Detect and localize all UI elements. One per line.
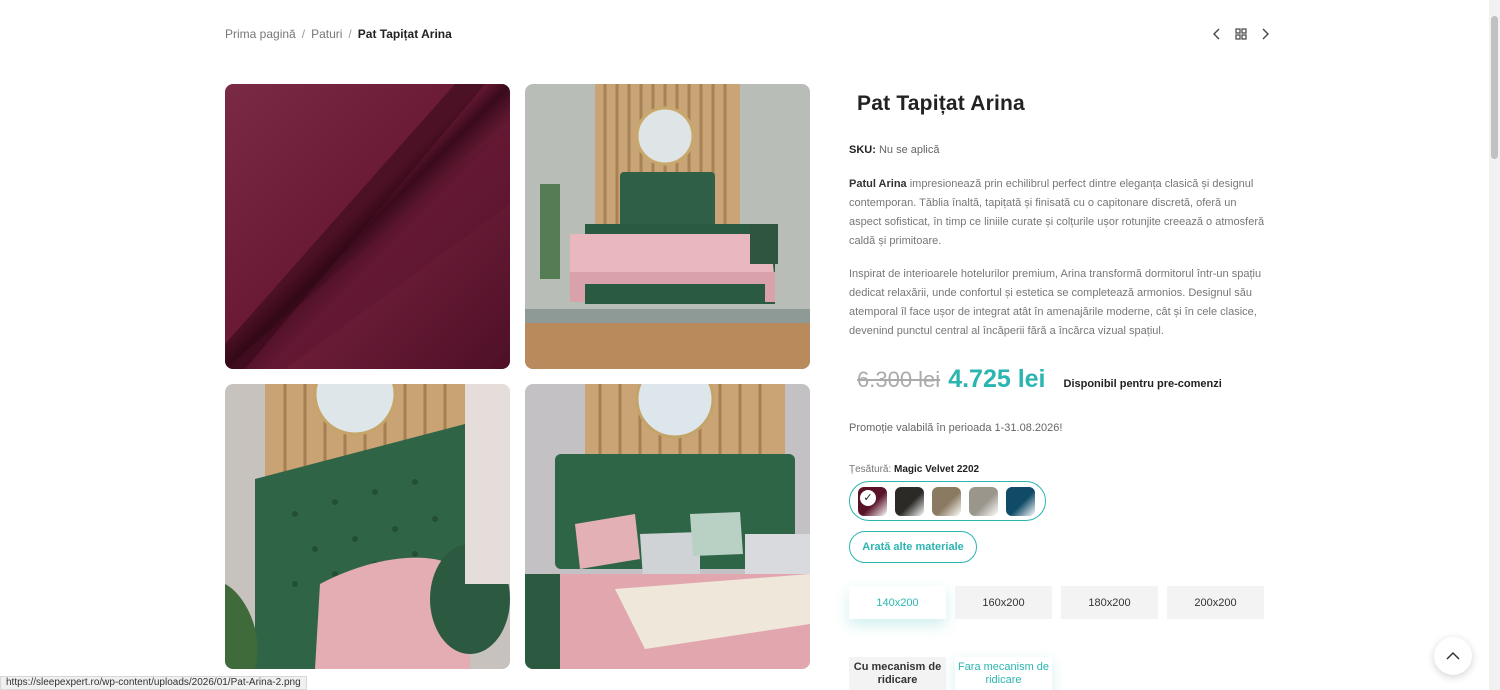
fabric-swatch[interactable] (1006, 486, 1035, 516)
sale-price: 4.725 lei (948, 365, 1046, 393)
chevron-up-icon (1446, 651, 1460, 660)
sku-line: SKU: Nu se aplică (849, 144, 940, 156)
chevron-right-icon[interactable] (1258, 26, 1272, 42)
mechanism-option[interactable]: Fara mecanism de ridicare (955, 657, 1052, 690)
product-navigation (1210, 26, 1272, 42)
sku-value: Nu se aplică (878, 144, 940, 156)
gallery-image-headboard-detail[interactable] (225, 384, 510, 669)
breadcrumb-category-link[interactable]: Paturi (311, 27, 342, 41)
gallery-image-fabric-closeup[interactable] (225, 84, 510, 369)
size-option[interactable]: 180x200 (1061, 586, 1158, 619)
size-option[interactable]: 140x200 (849, 586, 946, 619)
fabric-swatches: ✓ (849, 481, 1046, 521)
breadcrumb: Prima pagină / Paturi / Pat Tapițat Arin… (225, 27, 452, 41)
fabric-swatch[interactable] (895, 486, 924, 516)
promotion-note: Promoție valabilă în perioada 1-31.08.20… (849, 422, 1063, 434)
mechanism-options: Cu mecanism de ridicare Fara mecanism de … (849, 657, 1052, 690)
chevron-left-icon[interactable] (1210, 26, 1224, 42)
availability-status: Disponibil pentru pre-comenzi (1063, 378, 1222, 390)
breadcrumb-separator: / (348, 27, 352, 41)
show-more-materials-button[interactable]: Arată alte materiale (849, 531, 977, 563)
fabric-swatch[interactable] (969, 486, 998, 516)
sku-label: SKU: (849, 144, 876, 156)
description-product-name: Patul Arina (849, 178, 907, 190)
product-description-1: Patul Arina impresionează prin echilibru… (849, 175, 1269, 251)
breadcrumb-current: Pat Tapițat Arina (357, 27, 452, 41)
breadcrumb-home-link[interactable]: Prima pagină (225, 27, 296, 41)
product-title: Pat Tapițat Arina (857, 92, 1025, 115)
fabric-swatch[interactable] (932, 486, 961, 516)
mechanism-option[interactable]: Cu mecanism de ridicare (849, 657, 946, 690)
description-text: impresionează prin echilibrul perfect di… (849, 178, 1265, 247)
browser-status-url: https://sleepexpert.ro/wp-content/upload… (0, 676, 307, 690)
fabric-label: Țesătură: Magic Velvet 2202 (849, 464, 979, 475)
gallery-image-bed-room[interactable] (525, 84, 810, 369)
product-description-2: Inspirat de interioarele hotelurilor pre… (849, 268, 1262, 337)
old-price: 6.300 lei (857, 367, 941, 392)
grid-icon[interactable] (1234, 26, 1248, 42)
fabric-label-text: Țesătură: (849, 464, 892, 475)
check-icon: ✓ (860, 489, 876, 506)
breadcrumb-separator: / (301, 27, 306, 41)
size-options: 140x200 160x200 180x200 200x200 (849, 586, 1264, 619)
product-gallery (225, 84, 810, 669)
price-block: 6.300 lei 4.725 lei Disponibil pentru pr… (857, 365, 1222, 394)
size-option[interactable]: 200x200 (1167, 586, 1264, 619)
fabric-swatch[interactable]: ✓ (858, 486, 887, 516)
scroll-to-top-button[interactable] (1434, 637, 1472, 675)
gallery-image-bed-pillows[interactable] (525, 384, 810, 669)
page-scrollbar-thumb[interactable] (1491, 16, 1498, 159)
size-option[interactable]: 160x200 (955, 586, 1052, 619)
fabric-selected: Magic Velvet 2202 (894, 464, 980, 475)
